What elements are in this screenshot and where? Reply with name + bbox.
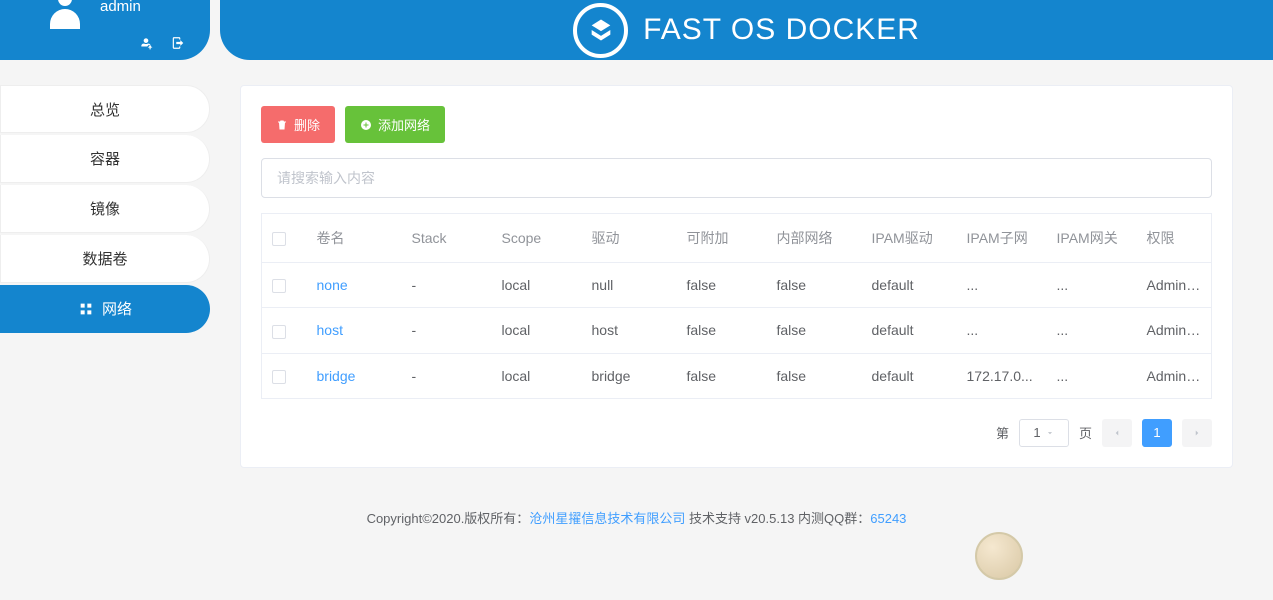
footer: Copyright©2020.版权所有：沧州星擢信息技术有限公司 技术支持 v2… bbox=[0, 508, 1273, 527]
col-attachable: 可附加 bbox=[677, 214, 767, 263]
page-suffix: 页 bbox=[1079, 423, 1092, 442]
logout-icon[interactable] bbox=[171, 36, 185, 50]
table-row: bridge-localbridgefalsefalsedefault172.1… bbox=[262, 353, 1212, 398]
row-checkbox[interactable] bbox=[272, 279, 286, 293]
col-ipam-driver: IPAM驱动 bbox=[862, 214, 957, 263]
search-input[interactable] bbox=[261, 158, 1212, 198]
sidebar-item-images[interactable]: 镜像 bbox=[0, 185, 210, 233]
company-link[interactable]: 沧州星擢信息技术有限公司 bbox=[529, 511, 685, 526]
brand-logo-icon bbox=[573, 3, 628, 58]
row-checkbox[interactable] bbox=[272, 325, 286, 339]
col-permission: 权限 bbox=[1137, 214, 1212, 263]
col-ipam-gateway: IPAM网关 bbox=[1047, 214, 1137, 263]
chevron-left-icon bbox=[1112, 428, 1122, 438]
float-avatar[interactable] bbox=[975, 532, 1023, 580]
select-all-checkbox[interactable] bbox=[272, 232, 286, 246]
username: admin bbox=[100, 0, 141, 15]
brand-panel: FAST OS DOCKER bbox=[220, 0, 1273, 60]
networks-table: 卷名 Stack Scope 驱动 可附加 内部网络 IPAM驱动 IPAM子网… bbox=[261, 213, 1212, 399]
col-driver: 驱动 bbox=[582, 214, 677, 263]
network-name-link[interactable]: host bbox=[317, 322, 343, 338]
sidebar-item-networks[interactable]: 网络 bbox=[0, 285, 210, 333]
network-name-link[interactable]: none bbox=[317, 277, 348, 293]
next-page-button[interactable] bbox=[1182, 419, 1212, 447]
user-panel: admin bbox=[0, 0, 210, 60]
qq-link[interactable]: 65243 bbox=[870, 511, 906, 526]
prev-page-button[interactable] bbox=[1102, 419, 1132, 447]
delete-button[interactable]: 删除 bbox=[261, 106, 335, 143]
sidebar-item-volumes[interactable]: 数据卷 bbox=[0, 235, 210, 283]
col-internal: 内部网络 bbox=[767, 214, 862, 263]
sidebar: 总览 容器 镜像 数据卷 网络 bbox=[0, 85, 210, 468]
col-stack: Stack bbox=[402, 214, 492, 263]
main-content: 删除 添加网络 卷名 Stack Scope 驱动 可附加 内部网络 I bbox=[240, 85, 1233, 468]
chevron-down-icon bbox=[1045, 428, 1055, 438]
chevron-right-icon bbox=[1192, 428, 1202, 438]
network-name-link[interactable]: bridge bbox=[317, 368, 356, 384]
user-edit-icon[interactable] bbox=[139, 36, 153, 50]
row-checkbox[interactable] bbox=[272, 370, 286, 384]
plus-circle-icon bbox=[360, 119, 372, 131]
table-row: none-localnullfalsefalsedefault......Adm… bbox=[262, 263, 1212, 308]
pagination: 第 1 页 1 bbox=[261, 419, 1212, 447]
col-scope: Scope bbox=[492, 214, 582, 263]
trash-icon bbox=[276, 119, 288, 131]
add-network-button[interactable]: 添加网络 bbox=[345, 106, 445, 143]
avatar bbox=[45, 0, 85, 32]
sidebar-item-overview[interactable]: 总览 bbox=[0, 85, 210, 133]
page-prefix: 第 bbox=[996, 423, 1009, 442]
network-icon bbox=[78, 301, 94, 317]
col-ipam-subnet: IPAM子网 bbox=[957, 214, 1047, 263]
page-1-button[interactable]: 1 bbox=[1142, 419, 1172, 447]
page-select[interactable]: 1 bbox=[1019, 419, 1069, 447]
table-row: host-localhostfalsefalsedefault......Adm… bbox=[262, 308, 1212, 353]
sidebar-item-containers[interactable]: 容器 bbox=[0, 135, 210, 183]
brand-title: FAST OS DOCKER bbox=[643, 13, 920, 47]
col-name: 卷名 bbox=[307, 214, 402, 263]
